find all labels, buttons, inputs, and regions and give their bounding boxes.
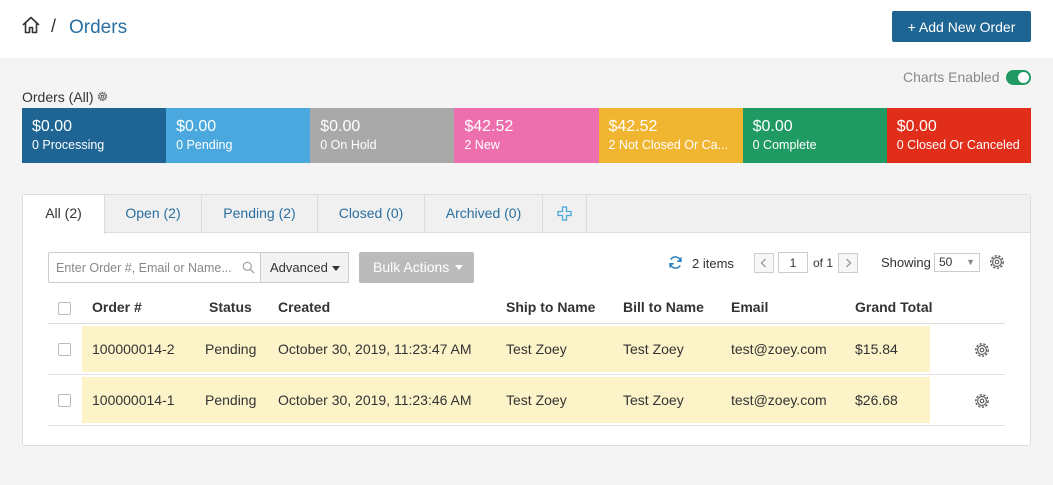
page-title: Orders <box>69 17 128 38</box>
table-row[interactable]: 100000014-1 Pending October 30, 2019, 11… <box>48 376 1005 426</box>
status-tiles: $0.00 0 Processing $0.00 0 Pending $0.00… <box>22 108 1031 163</box>
advanced-search-button[interactable]: Advanced <box>261 252 349 283</box>
ship-to-name: Test Zoey <box>506 392 567 408</box>
chevron-down-icon <box>332 266 340 271</box>
per-page-value: 50 <box>939 255 953 269</box>
per-page-select[interactable]: 50 ▼ <box>934 253 980 272</box>
order-created: October 30, 2019, 11:23:46 AM <box>278 392 472 408</box>
tile-amount: $0.00 <box>32 118 73 135</box>
bill-to-name: Test Zoey <box>623 392 684 408</box>
tile-pending[interactable]: $0.00 0 Pending <box>166 108 311 163</box>
order-status: Pending <box>205 392 257 408</box>
dropdown-arrow-icon: ▼ <box>966 257 975 267</box>
row-checkbox[interactable] <box>58 343 71 356</box>
tab-bar: All (2) Open (2) Pending (2) Closed (0) … <box>23 195 1030 234</box>
breadcrumb-separator: / <box>51 16 57 36</box>
table-row[interactable]: 100000014-2 Pending October 30, 2019, 11… <box>48 325 1005 375</box>
tab-open[interactable]: Open (2) <box>105 195 202 233</box>
row-checkbox[interactable] <box>58 394 71 407</box>
items-count: 2 items <box>692 256 734 271</box>
page-number-input[interactable] <box>778 252 808 273</box>
column-header[interactable]: Created <box>278 299 330 315</box>
order-email: test@zoey.com <box>731 341 827 357</box>
gear-icon[interactable] <box>974 342 990 358</box>
tile-amount: $0.00 <box>176 118 217 135</box>
tile-label: 0 Closed Or Canceled <box>896 138 1020 152</box>
page-of-label: of 1 <box>813 256 834 270</box>
tile-amount: $0.00 <box>320 118 361 135</box>
tile-new[interactable]: $42.52 2 New <box>454 108 599 163</box>
ship-to-name: Test Zoey <box>506 341 567 357</box>
orders-panel: All (2) Open (2) Pending (2) Closed (0) … <box>22 194 1031 446</box>
tile-complete[interactable]: $0.00 0 Complete <box>742 108 887 163</box>
tile-label: 2 Not Closed Or Ca... <box>608 138 729 152</box>
table-header: Order # Status Created Ship to Name Bill… <box>48 291 1005 324</box>
order-created: October 30, 2019, 11:23:47 AM <box>278 341 472 357</box>
gear-icon[interactable] <box>96 90 109 103</box>
bulk-actions-button[interactable]: Bulk Actions <box>359 252 474 283</box>
tab-all[interactable]: All (2) <box>23 195 105 234</box>
chevron-down-icon <box>455 265 463 270</box>
order-number[interactable]: 100000014-2 <box>92 341 175 357</box>
column-header[interactable]: Email <box>731 299 768 315</box>
tile-label: 0 Pending <box>176 138 233 152</box>
add-new-order-button[interactable]: + Add New Order <box>892 11 1031 42</box>
grand-total: $26.68 <box>855 392 898 408</box>
tab-closed[interactable]: Closed (0) <box>318 195 425 233</box>
orders-section-title: Orders (All) <box>22 89 94 105</box>
chevron-right-icon <box>846 258 852 268</box>
charts-enabled-label: Charts Enabled <box>903 69 1000 85</box>
gear-icon[interactable] <box>974 393 990 409</box>
tile-amount: $42.52 <box>464 118 514 135</box>
advanced-label: Advanced <box>270 260 328 275</box>
column-header[interactable]: Grand Total <box>855 299 933 315</box>
order-number[interactable]: 100000014-1 <box>92 392 175 408</box>
select-all-checkbox[interactable] <box>58 302 71 315</box>
toggle-knob <box>1018 72 1029 83</box>
showing-label: Showing <box>881 255 931 270</box>
tile-amount: $0.00 <box>896 118 937 135</box>
search-icon <box>242 261 255 274</box>
order-email: test@zoey.com <box>731 392 827 408</box>
home-icon[interactable] <box>21 15 41 35</box>
refresh-icon[interactable] <box>668 255 683 270</box>
tile-label: 2 New <box>464 138 500 152</box>
column-header[interactable]: Ship to Name <box>506 299 595 315</box>
order-status: Pending <box>205 341 257 357</box>
tile-on-hold[interactable]: $0.00 0 On Hold <box>310 108 455 163</box>
search-input[interactable] <box>48 252 261 283</box>
charts-toggle[interactable] <box>1006 70 1031 85</box>
tile-closed-canceled[interactable]: $0.00 0 Closed Or Canceled <box>886 108 1031 163</box>
add-tab-button[interactable] <box>543 195 587 233</box>
next-page-button[interactable] <box>838 253 858 273</box>
top-bar: / Orders + Add New Order <box>0 0 1053 58</box>
tab-archived[interactable]: Archived (0) <box>425 195 543 233</box>
tile-not-closed[interactable]: $42.52 2 Not Closed Or Ca... <box>598 108 743 163</box>
chevron-left-icon <box>760 258 766 268</box>
tile-amount: $0.00 <box>752 118 793 135</box>
bill-to-name: Test Zoey <box>623 341 684 357</box>
bulk-actions-label: Bulk Actions <box>373 259 450 275</box>
tile-amount: $42.52 <box>608 118 658 135</box>
gear-icon[interactable] <box>989 254 1005 270</box>
tile-label: 0 On Hold <box>320 138 377 152</box>
prev-page-button[interactable] <box>754 253 774 273</box>
plus-icon <box>557 206 572 221</box>
tile-label: 0 Processing <box>32 138 105 152</box>
column-header[interactable]: Bill to Name <box>623 299 704 315</box>
column-header[interactable]: Status <box>209 299 252 315</box>
tab-pending[interactable]: Pending (2) <box>202 195 318 233</box>
tile-processing[interactable]: $0.00 0 Processing <box>22 108 167 163</box>
column-header[interactable]: Order # <box>92 299 142 315</box>
grand-total: $15.84 <box>855 341 898 357</box>
tile-label: 0 Complete <box>752 138 817 152</box>
